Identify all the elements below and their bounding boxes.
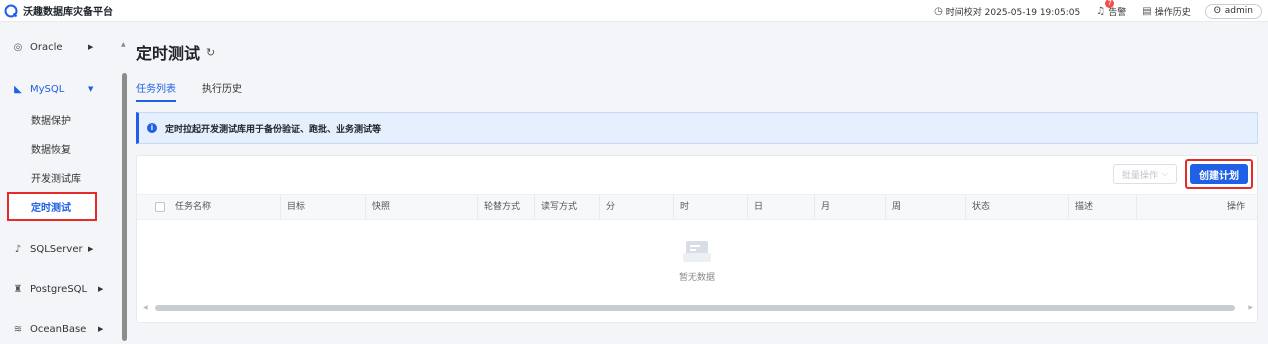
chevron-down-icon: ⌵: [1161, 169, 1168, 178]
sqlserver-icon: ♪: [14, 243, 22, 255]
table-horizontal-scrollbar[interactable]: ◀ ▶: [143, 304, 1253, 312]
column-header-rw-mode[interactable]: 读写方式: [534, 195, 577, 219]
chevron-down-icon: ▼: [88, 85, 94, 93]
notice-text: 定时拉起开发测试库用于备份验证、跑批、业务测试等: [165, 124, 382, 135]
column-header-minute[interactable]: 分: [599, 195, 615, 219]
bell-icon: ♫: [1096, 5, 1106, 17]
sidebar-group-oceanbase[interactable]: ≋ OceanBase ▶: [0, 313, 130, 344]
column-header-status[interactable]: 状态: [965, 195, 990, 219]
scroll-up-icon[interactable]: ▲: [121, 41, 126, 48]
page-title-text: 定时测试: [136, 44, 201, 63]
chevron-right-icon: ▶: [88, 245, 94, 253]
operation-history[interactable]: ▤ 操作历史: [1142, 5, 1190, 18]
sidebar-group-postgresql[interactable]: ♜ PostgreSQL ▶: [0, 273, 130, 305]
sidebar-item-data-recovery[interactable]: 数据恢复: [0, 134, 130, 163]
empty-box-icon: [683, 240, 711, 262]
column-header-description[interactable]: 描述: [1068, 195, 1093, 219]
page-title: 定时测试 ↻: [136, 40, 215, 64]
create-plan-button[interactable]: 创建计划: [1190, 164, 1248, 184]
sidebar: ◎ Oracle ▶ ◣ MySQL ▼ 数据保护 数据恢复 开发测试库 定时测…: [0, 23, 130, 344]
select-all-checkbox[interactable]: [155, 202, 165, 212]
alert-badge: 7: [1105, 0, 1115, 8]
clock-icon: ◷: [934, 5, 943, 17]
sidebar-scroll-thumb[interactable]: [122, 73, 127, 341]
sidebar-group-label: MySQL: [30, 83, 65, 95]
column-header-week[interactable]: 周: [885, 195, 901, 219]
logo-icon: [4, 4, 18, 17]
table-header: 任务名称 目标 快照 轮替方式 读写方式 分 时 日 月 周 状态 描述 操作: [137, 194, 1257, 220]
sidebar-group-label: SQLServer: [30, 243, 83, 255]
time-sync[interactable]: ◷ 时间校对 2025-05-19 19:05:05: [934, 5, 1080, 18]
info-notice: i 定时拉起开发测试库用于备份验证、跑批、业务测试等: [136, 112, 1258, 144]
chevron-right-icon: ▶: [88, 43, 94, 51]
sidebar-group-label: PostgreSQL: [30, 283, 88, 295]
column-header-hour[interactable]: 时: [673, 195, 689, 219]
time-sync-label: 时间校对 2025-05-19 19:05:05: [945, 7, 1081, 18]
app-title: 沃趣数据库灾备平台: [23, 7, 113, 18]
sidebar-group-label: OceanBase: [30, 323, 87, 335]
operation-history-label: 操作历史: [1154, 7, 1191, 18]
elephant-icon: ♜: [13, 283, 23, 295]
column-header-day[interactable]: 日: [747, 195, 763, 219]
create-plan-highlight: 创建计划: [1185, 159, 1253, 189]
column-header-target[interactable]: 目标: [280, 195, 305, 219]
sidebar-group-label: Oracle: [30, 41, 63, 53]
history-icon: ▤: [1142, 5, 1152, 17]
column-header-rotation[interactable]: 轮替方式: [477, 195, 520, 219]
scroll-right-icon[interactable]: ▶: [1248, 304, 1253, 311]
scroll-left-icon[interactable]: ◀: [143, 304, 148, 311]
oceanbase-icon: ≋: [13, 323, 23, 335]
chevron-right-icon: ▶: [98, 285, 104, 293]
main-content: 定时测试 ↻ 任务列表 执行历史 i 定时拉起开发测试库用于备份验证、跑批、业务…: [134, 23, 1268, 344]
user-name: admin: [1224, 6, 1253, 16]
info-icon: i: [147, 123, 157, 133]
user-menu[interactable]: ʘ admin: [1204, 3, 1262, 19]
table-toolbar: 批量操作 ⌵ 创建计划: [1112, 156, 1257, 192]
sidebar-item-scheduled-test[interactable]: 定时测试: [7, 192, 97, 221]
sidebar-scrollbar[interactable]: ▲: [120, 23, 128, 344]
tabs: 任务列表 执行历史: [136, 80, 268, 102]
top-bar: 沃趣数据库灾备平台 ◷ 时间校对 2025-05-19 19:05:05 ♫ 7…: [0, 0, 1268, 22]
empty-state: 暂无数据: [137, 220, 1257, 302]
batch-operation-label: 批量操作: [1121, 170, 1158, 181]
refresh-icon[interactable]: ↻: [206, 46, 215, 59]
task-table-panel: 批量操作 ⌵ 创建计划 任务名称 目标 快照 轮替方式 读写方式 分 时 日 月…: [136, 155, 1258, 323]
dolphin-icon: ◣: [14, 83, 22, 95]
empty-text: 暂无数据: [678, 272, 715, 283]
user-icon: ʘ: [1213, 6, 1221, 16]
column-header-snapshot[interactable]: 快照: [365, 195, 390, 219]
tab-task-list[interactable]: 任务列表: [136, 80, 176, 102]
batch-operation-button[interactable]: 批量操作 ⌵: [1112, 164, 1177, 184]
database-icon: ◎: [13, 41, 23, 53]
brand[interactable]: 沃趣数据库灾备平台: [0, 3, 113, 18]
sidebar-item-data-protection[interactable]: 数据保护: [0, 105, 130, 134]
chevron-right-icon: ▶: [98, 325, 104, 333]
column-header-task-name[interactable]: 任务名称: [169, 195, 211, 219]
alerts[interactable]: ♫ 7 告警: [1096, 0, 1126, 18]
column-header-actions: 操作: [1136, 195, 1257, 219]
column-header-month[interactable]: 月: [814, 195, 830, 219]
sidebar-group-oracle[interactable]: ◎ Oracle ▶: [0, 31, 130, 63]
tab-execution-history[interactable]: 执行历史: [202, 80, 242, 102]
sidebar-item-dev-test-db[interactable]: 开发测试库: [0, 163, 130, 192]
table-scroll-thumb[interactable]: [155, 305, 1235, 311]
sidebar-group-mysql[interactable]: ◣ MySQL ▼: [0, 73, 130, 105]
sidebar-group-sqlserver[interactable]: ♪ SQLServer ▶: [0, 233, 130, 265]
